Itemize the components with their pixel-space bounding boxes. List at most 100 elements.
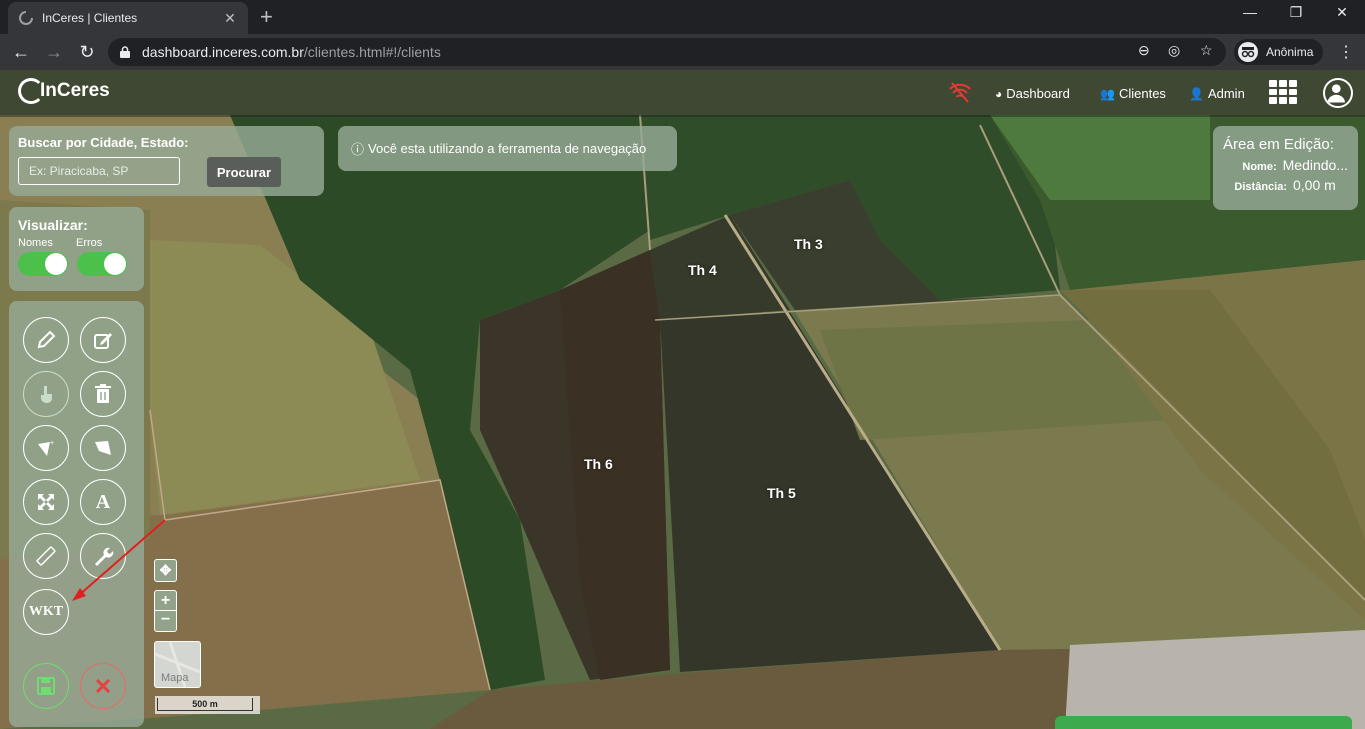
browser-tab-bar: InCeres | Clientes ✕ + — ❐ ✕ [0,0,1365,34]
add-polygon-button[interactable]: + [23,425,69,471]
nav-clientes-label: Clientes [1118,86,1166,101]
field-label-th3[interactable]: Th 3 [794,236,823,252]
draw-pencil-button[interactable] [23,317,69,363]
user-account-icon[interactable] [1323,78,1353,108]
new-tab-icon[interactable]: + [260,5,273,29]
logo-text: InCeres [40,80,110,101]
wrench-icon [95,547,114,566]
nav-dashboard[interactable]: ◕ Dashboard [995,86,1070,101]
toggle-names-label: Nomes [18,237,53,249]
browser-toolbar: ← → ↻ dashboard.inceres.com.br/clientes.… [0,34,1365,70]
browser-menu-icon[interactable]: ⋮ [1338,42,1354,62]
view-title: Visualizar: [18,217,88,233]
incognito-icon [1238,42,1258,62]
window-close-icon[interactable]: ✕ [1319,4,1365,21]
polygon-button[interactable] [80,425,126,471]
tab-close-icon[interactable]: ✕ [222,10,238,27]
edit-name-key: Nome: [1242,161,1277,173]
toggle-errors[interactable] [77,252,127,276]
back-icon[interactable]: ← [9,40,33,64]
profile-label: Anônima [1266,45,1314,59]
address-bar[interactable]: dashboard.inceres.com.br/clientes.html#!… [108,38,1226,66]
nav-admin[interactable]: 👤 Admin [1189,86,1245,101]
wifi-off-icon [949,82,971,103]
eye-off-icon[interactable]: ◎ [1168,42,1180,59]
map-type-label: Mapa [161,672,189,684]
cancel-button[interactable] [80,663,126,709]
save-button[interactable] [23,663,69,709]
restore-icon[interactable]: ❐ [1273,4,1319,21]
forward-icon[interactable]: → [42,40,66,64]
wkt-button[interactable]: WKT [23,589,69,635]
zoom-in-button[interactable]: + [155,591,176,611]
svg-text:+: + [50,440,54,447]
hand-pointer-icon [41,386,52,403]
edit-icon [94,333,112,349]
edit-shape-button[interactable] [80,317,126,363]
tab-title: InCeres | Clientes [42,11,138,25]
scale-label: 500 m [157,698,253,711]
edit-area-title: Área em Edição: [1223,136,1334,153]
inceres-favicon-icon [19,11,33,25]
nav-clientes[interactable]: 👥 Clientes [1100,86,1166,101]
edit-area-panel: Área em Edição: Nome: Medindo... Distânc… [1213,126,1358,210]
user-plus-icon: 👤 [1189,86,1204,101]
question-circle-icon: ⓘ [351,142,365,157]
zoom-control: + − [154,590,177,632]
bookmark-star-icon[interactable]: ☆ [1200,42,1213,59]
wkt-icon: WKT [28,604,64,619]
save-icon [37,677,55,695]
ruler-icon [36,546,56,566]
url-host: dashboard.inceres.com.br [142,44,304,60]
trash-icon [95,384,111,403]
tachometer-icon: ◕ [995,86,1003,101]
edit-distance-value: 0,00 m [1293,177,1336,193]
map-type-toggle[interactable]: Mapa [154,641,201,688]
drawing-tools-panel: + A WKT [9,301,144,727]
label-button[interactable]: A [80,479,126,525]
scale-bar: 500 m [155,696,260,714]
search-button[interactable]: Procurar [207,157,281,187]
pencil-icon [37,330,56,349]
zoom-out-button[interactable]: − [155,611,176,631]
info-message: Você esta utilizando a ferramenta de nav… [368,141,647,156]
inceres-logo[interactable]: InCeres [18,78,110,104]
measure-button[interactable] [23,533,69,579]
nav-admin-label: Admin [1207,86,1245,101]
search-input[interactable] [18,157,180,185]
cancel-icon [95,678,111,694]
expand-button[interactable] [23,479,69,525]
reload-icon[interactable]: ↻ [75,40,99,64]
move-icon: ✥ [159,562,172,578]
toggle-names[interactable] [18,252,68,276]
users-icon: 👥 [1100,86,1115,101]
field-label-th6[interactable]: Th 6 [584,456,613,472]
zoom-icon[interactable]: ⊖ [1138,42,1150,59]
delete-button[interactable] [80,371,126,417]
expand-icon [38,494,54,510]
search-panel: Buscar por Cidade, Estado: Procurar [9,126,324,196]
nav-dashboard-label: Dashboard [1006,86,1070,101]
field-label-th5[interactable]: Th 5 [767,485,796,501]
url-path: /clientes.html#!/clients [303,44,441,60]
lock-icon [120,46,130,58]
edit-distance-key: Distância: [1234,181,1287,193]
field-label-th4[interactable]: Th 4 [688,262,717,278]
navigation-info-banner: ⓘ Você esta utilizando a ferramenta de n… [338,126,677,171]
select-button[interactable] [23,371,69,417]
incognito-profile[interactable]: Anônima [1234,39,1324,65]
app-header: InCeres ◕ Dashboard 👥 Clientes 👤 Admin [0,70,1365,117]
browser-tab[interactable]: InCeres | Clientes ✕ [8,2,248,34]
bottom-green-panel[interactable] [1055,716,1352,729]
pan-control[interactable]: ✥ [154,559,177,582]
minimize-icon[interactable]: — [1227,4,1273,20]
toggle-errors-label: Erros [76,237,103,249]
polygon-add-icon: + [38,440,54,456]
search-label: Buscar por Cidade, Estado: [18,135,189,150]
polygon-icon [95,441,111,455]
font-icon: A [95,490,111,513]
view-panel: Visualizar: Nomes Erros [9,207,144,291]
settings-button[interactable] [80,533,126,579]
edit-name-value: Medindo... [1282,157,1348,173]
apps-grid-icon[interactable] [1269,80,1297,104]
